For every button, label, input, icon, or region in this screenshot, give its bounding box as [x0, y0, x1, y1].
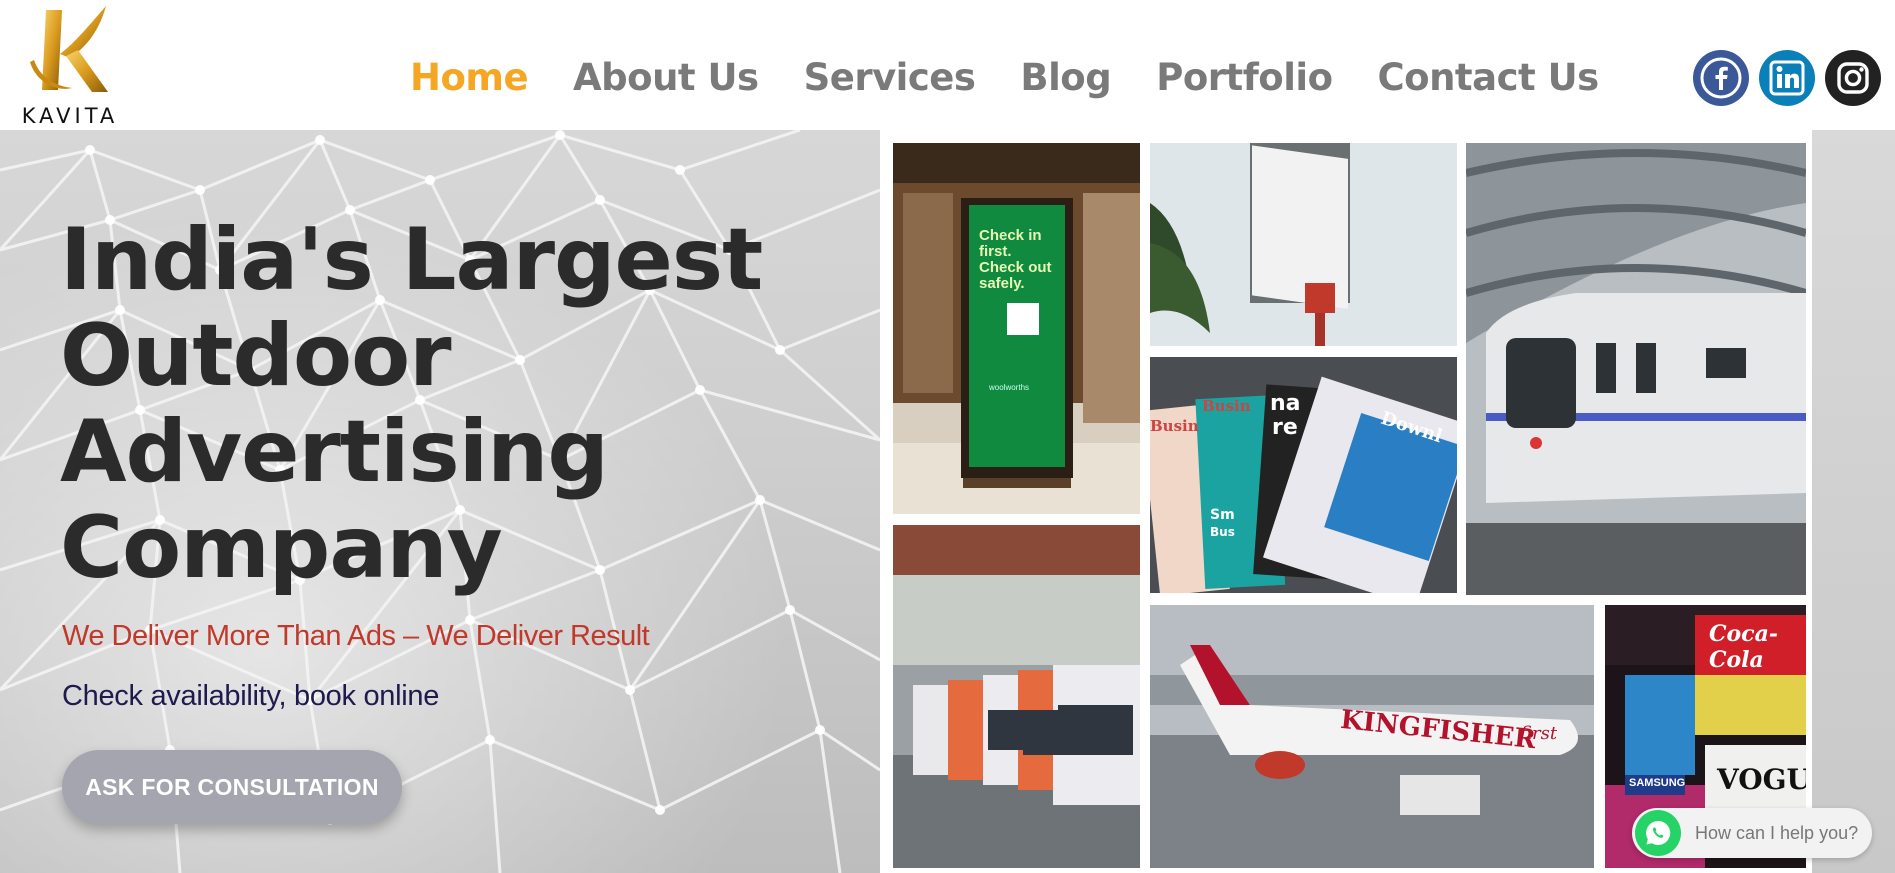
nav-blog[interactable]: Blog [1020, 56, 1111, 106]
logo-k-icon [30, 6, 108, 92]
photo-metro-train [1466, 143, 1806, 595]
photo-magazines: Busin Busin na re Downl Sm Bus [1150, 357, 1457, 593]
site-header: KAVITA Home About Us Services Blog Portf… [0, 0, 1895, 130]
ask-consultation-button[interactable]: ASK FOR CONSULTATION [62, 750, 402, 824]
magazine-label-5: re [1272, 415, 1298, 440]
coca-cola-sign: Coca-Cola [1709, 621, 1778, 673]
hero-tagline: We Deliver More Than Ads – We Deliver Re… [62, 620, 650, 652]
hero-title: India's Largest Outdoor Advertising Comp… [60, 212, 820, 596]
nav-services[interactable]: Services [804, 56, 976, 106]
magazine-label-1: Busin [1150, 417, 1199, 435]
instagram-icon[interactable] [1825, 50, 1881, 106]
magazine-label-6: Sm [1210, 507, 1235, 523]
photo-digital-kiosk: Check in first. Check out safely. woolwo… [893, 143, 1140, 514]
brand-logo[interactable]: KAVITA [8, 0, 126, 130]
kiosk-brand: woolworths [989, 383, 1030, 392]
hero-title-line-4: Company [60, 498, 503, 598]
magazine-label-2: Busin [1202, 397, 1251, 415]
linkedin-icon[interactable] [1759, 50, 1815, 106]
qr-code [1007, 303, 1039, 335]
facebook-icon[interactable] [1693, 50, 1749, 106]
whatsapp-icon [1635, 810, 1681, 856]
hero-title-line-1: India's Largest [60, 210, 763, 310]
magazine-label-7: Bus [1210, 525, 1235, 539]
whatsapp-chat-widget[interactable]: How can I help you? [1632, 808, 1872, 858]
nav-portfolio[interactable]: Portfolio [1156, 56, 1333, 106]
brand-name: KAVITA [21, 104, 119, 128]
samsung-sign: SAMSUNG [1629, 777, 1686, 789]
nav-about-us[interactable]: About Us [573, 56, 759, 106]
magazine-label-4: na [1270, 391, 1301, 416]
nav-contact-us[interactable]: Contact Us [1378, 56, 1600, 106]
plane-livery-text-2: first [1520, 723, 1558, 744]
hero-title-line-2: Outdoor [60, 306, 452, 406]
vogue-sign: VOGUE [1717, 763, 1806, 796]
hero-title-line-3: Advertising [60, 402, 609, 502]
hero-section: India's Largest Outdoor Advertising Comp… [0, 130, 880, 873]
nav-home[interactable]: Home [410, 56, 529, 106]
main-nav: Home About Us Services Blog Portfolio Co… [410, 56, 1644, 106]
whatsapp-label: How can I help you? [1695, 822, 1859, 843]
photo-bus-depot [893, 525, 1140, 868]
collage-edge-background [1812, 130, 1895, 873]
hero-subtext: Check availability, book online [62, 680, 440, 712]
photo-billboard [1150, 143, 1457, 346]
photo-airplane: KINGFISHER first [1150, 605, 1594, 868]
social-links [1693, 50, 1881, 106]
kiosk-screen-text: Check in first. Check out safely. [979, 227, 1052, 292]
